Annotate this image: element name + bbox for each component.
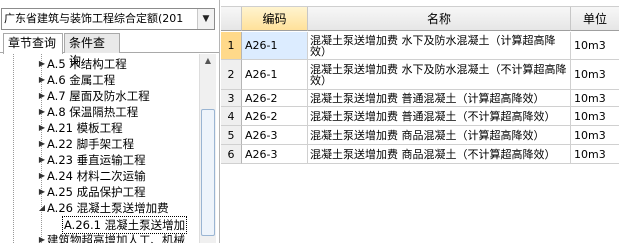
tree-item-label: A.22 脚手架工程	[47, 137, 135, 151]
table-row[interactable]: 6 A26-3 混凝土泵送增加费 商品混凝土（不计算超高降效） 10m3	[221, 145, 619, 164]
tree-item[interactable]: ▶ A.23 垂直运输工程	[0, 152, 200, 168]
expand-icon[interactable]: ▶	[37, 136, 47, 152]
expand-icon[interactable]: ▶	[37, 152, 47, 168]
unit-cell[interactable]: 10m3	[571, 126, 619, 145]
quota-library-value: 广东省建筑与装饰工程综合定额(201	[4, 12, 184, 25]
scrollbar-thumb[interactable]	[201, 109, 215, 236]
code-cell[interactable]: A26-3	[242, 126, 308, 145]
tab-condition-query[interactable]: 条件查询	[64, 33, 120, 68]
chevron-down-icon[interactable]: ▼	[197, 9, 214, 29]
grid-top-edge	[221, 0, 619, 7]
unit-cell[interactable]: 10m3	[571, 107, 619, 126]
unit-cell[interactable]: 10m3	[571, 32, 619, 60]
tree-item-label: A.6 金属工程	[47, 73, 116, 87]
expand-icon[interactable]: ▶	[37, 232, 47, 243]
code-cell[interactable]: A26-3	[242, 145, 308, 164]
tree-item-label: A.7 屋面及防水工程	[47, 89, 150, 103]
tree-item[interactable]: ▶ A.6 金属工程	[0, 72, 200, 88]
unit-cell[interactable]: 10m3	[571, 60, 619, 90]
tree-item-label: A.25 成品保护工程	[47, 185, 146, 199]
name-cell[interactable]: 混凝土泵送增加费 商品混凝土（不计算超高降效）	[308, 145, 571, 164]
collapse-icon[interactable]: ◢	[37, 200, 47, 216]
expand-icon[interactable]: ▶	[37, 56, 47, 72]
tab-chapter-query[interactable]: 章节查询	[3, 33, 63, 54]
tree-item[interactable]: ▶ 建筑物超高增加人工、机械	[0, 232, 200, 243]
table-row[interactable]: 2 A26-1 混凝土泵送增加费 水下及防水混凝土（不计算超高降效） 10m3	[221, 60, 619, 90]
name-cell[interactable]: 混凝土泵送增加费 商品混凝土（计算超高降效）	[308, 126, 571, 145]
tree-item[interactable]: ▶ A.5 木结构工程	[0, 56, 200, 72]
name-cell[interactable]: 混凝土泵送增加费 水下及防水混凝土（不计算超高降效）	[308, 60, 571, 90]
row-number: 2	[221, 60, 242, 90]
tree-item-label: A.26 混凝土泵送增加费	[47, 201, 169, 215]
code-cell[interactable]: A26-2	[242, 107, 308, 126]
quota-library-select[interactable]: 广东省建筑与装饰工程综合定额(201 ▼	[1, 8, 215, 30]
table-row[interactable]: 3 A26-2 混凝土泵送增加费 普通混凝土（计算超高降效） 10m3	[221, 90, 619, 107]
row-number: 5	[221, 126, 242, 145]
tree-item-label: A.21 模板工程	[47, 121, 123, 135]
tree-item[interactable]: ▶ A.21 模板工程	[0, 120, 200, 136]
name-cell[interactable]: 混凝土泵送增加费 普通混凝土（不计算超高降效）	[308, 107, 571, 126]
tree-item[interactable]: ▶ A.22 脚手架工程	[0, 136, 200, 152]
scroll-up-icon[interactable]: ▲	[200, 54, 216, 68]
unit-cell[interactable]: 10m3	[571, 145, 619, 164]
expand-icon[interactable]: ▶	[37, 168, 47, 184]
quota-grid: 编码 名称 单位 1 A26-1 混凝土泵送增加费 水下及防水混凝土（计算超高降…	[221, 0, 619, 243]
tree-item-label: A.24 材料二次运输	[47, 169, 146, 183]
name-cell[interactable]: 混凝土泵送增加费 水下及防水混凝土（计算超高降效）	[308, 32, 571, 60]
tree-item[interactable]: ▶ A.7 屋面及防水工程	[0, 88, 200, 104]
query-tabs: 章节查询 条件查询	[0, 33, 219, 68]
tree-scrollbar[interactable]: ▲	[199, 54, 216, 243]
chapter-tree: ▶ A.5 木结构工程 ▶ A.6 金属工程 ▶ A.7 屋面及防水工程 ▶ A…	[0, 54, 219, 243]
tree-item-label: A.23 垂直运输工程	[47, 153, 146, 167]
row-number: 4	[221, 107, 242, 126]
expand-icon[interactable]: ▶	[37, 72, 47, 88]
expand-icon[interactable]: ▶	[37, 88, 47, 104]
column-header-unit[interactable]: 单位	[571, 7, 619, 31]
tree-item-label: A.8 保温隔热工程	[47, 105, 139, 119]
tree-item-selected[interactable]: A.26.1 混凝土泵送增加	[0, 216, 200, 234]
table-row[interactable]: 5 A26-3 混凝土泵送增加费 商品混凝土（计算超高降效） 10m3	[221, 126, 619, 145]
row-number-header	[221, 7, 242, 31]
left-panel: 广东省建筑与装饰工程综合定额(201 ▼ 章节查询 条件查询 ▶ A.5 木结构…	[0, 0, 220, 243]
table-row[interactable]: 1 A26-1 混凝土泵送增加费 水下及防水混凝土（计算超高降效） 10m3	[221, 32, 619, 60]
column-header-code[interactable]: 编码	[242, 7, 308, 31]
tree-item[interactable]: ▶ A.25 成品保护工程	[0, 184, 200, 200]
name-cell[interactable]: 混凝土泵送增加费 普通混凝土（计算超高降效）	[308, 90, 571, 107]
tree-item[interactable]: ◢ A.26 混凝土泵送增加费	[0, 200, 200, 216]
row-number: 3	[221, 90, 242, 107]
column-header-name[interactable]: 名称	[308, 7, 571, 31]
expand-icon[interactable]: ▶	[37, 104, 47, 120]
code-cell[interactable]: A26-1	[242, 60, 308, 90]
unit-cell[interactable]: 10m3	[571, 90, 619, 107]
table-row[interactable]: 4 A26-2 混凝土泵送增加费 普通混凝土（不计算超高降效） 10m3	[221, 107, 619, 126]
expand-icon[interactable]: ▶	[37, 120, 47, 136]
tree-item[interactable]: ▶ A.8 保温隔热工程	[0, 104, 200, 120]
tree-item[interactable]: ▶ A.24 材料二次运输	[0, 168, 200, 184]
code-cell[interactable]: A26-2	[242, 90, 308, 107]
code-cell[interactable]: A26-1	[242, 32, 308, 60]
row-number: 6	[221, 145, 242, 164]
tree-item-label: 建筑物超高增加人工、机械	[47, 233, 185, 243]
tree-item-label: A.5 木结构工程	[47, 57, 127, 71]
row-number: 1	[221, 32, 242, 60]
expand-icon[interactable]: ▶	[37, 184, 47, 200]
